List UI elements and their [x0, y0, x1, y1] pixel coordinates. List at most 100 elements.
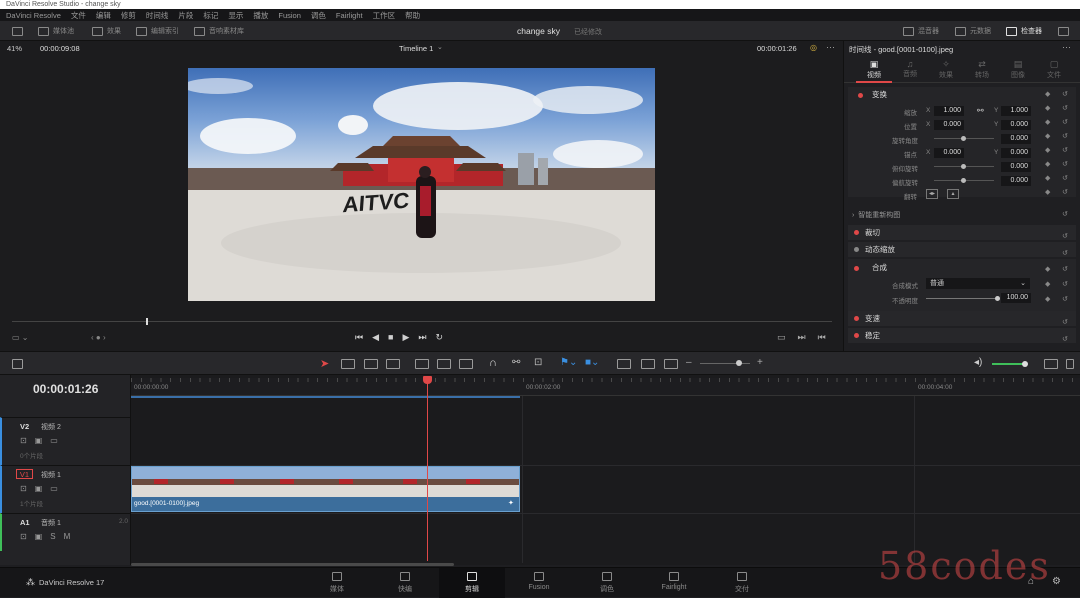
timeline-zoom-knob[interactable] [736, 360, 742, 366]
rotation-slider-knob[interactable] [961, 136, 966, 141]
anchor-y-field[interactable]: 0.000 [1001, 148, 1031, 158]
composite-keyframe-column[interactable]: ◆ ◆ ◆ [1045, 262, 1050, 307]
zoom-level[interactable]: 41% [7, 44, 22, 53]
pitch-field[interactable]: 0.000 [1001, 162, 1031, 172]
section-dynamic-zoom[interactable]: 动态缩放 [848, 242, 1076, 257]
opacity-field[interactable]: 100.00 [1001, 293, 1031, 303]
playhead-line[interactable] [427, 378, 428, 561]
inspector-more-icon[interactable]: ··· [1062, 42, 1071, 52]
sound-library-button[interactable]: 音响素材库 [194, 25, 244, 37]
dynamic-trim-icon[interactable] [364, 359, 378, 369]
video-clip[interactable]: good.[0001-0100].jpeg ✦ [131, 466, 520, 512]
collapse-button[interactable] [12, 25, 23, 37]
viewer-right-controls[interactable]: ▭⏭⏮ [777, 332, 838, 343]
flip-vertical-icon[interactable]: ▴ [947, 189, 959, 199]
smart-reframe-toggle[interactable]: › 智能重新构图 [852, 210, 900, 220]
track-name-v1[interactable]: 视频 1 [41, 470, 61, 480]
menu-item-help[interactable]: 帮助 [405, 10, 420, 21]
expand-button[interactable] [1058, 25, 1069, 37]
section-crop[interactable]: 裁切 [848, 225, 1076, 240]
tab-audio[interactable]: ♫ 音频 [892, 59, 928, 79]
chevron-down-icon[interactable]: ⌄ [437, 43, 443, 51]
viewer-type-icon[interactable]: ▭ ⌄ [12, 333, 28, 342]
playhead-handle[interactable] [423, 376, 432, 384]
position-y-field[interactable]: 0.000 [1001, 120, 1031, 130]
more-icon[interactable] [1066, 359, 1074, 369]
menu-item-fusion[interactable]: Fusion [278, 11, 301, 20]
menu-item-workspace[interactable]: 工作区 [373, 10, 396, 21]
tab-image[interactable]: ▤ 图像 [1000, 59, 1036, 80]
composite-mode-select[interactable]: 普通 ⌄ [926, 278, 1030, 289]
flag-icon[interactable]: ⚑⌄ [560, 357, 577, 368]
jog-control[interactable]: ‹ ● › [91, 333, 106, 342]
track-controls-a1[interactable]: ⊡▣SM [20, 532, 78, 541]
overlay-text[interactable]: AITVC [342, 188, 410, 219]
timeline-scrollbar[interactable] [131, 563, 454, 566]
menu-item-clip[interactable]: 片段 [178, 10, 193, 21]
tab-effects[interactable]: ✧ 效果 [928, 59, 964, 80]
zoom-in-icon[interactable]: + [757, 357, 763, 368]
zoom-x-field[interactable]: 1.000 [934, 106, 964, 116]
edit-index-button[interactable]: 编辑索引 [136, 25, 179, 37]
timeline-name[interactable]: Timeline 1 [399, 44, 433, 53]
rotation-field[interactable]: 0.000 [1001, 134, 1031, 144]
flip-horizontal-icon[interactable]: ◂▸ [926, 189, 938, 199]
page-media[interactable]: 媒体 [304, 568, 370, 598]
snapping-icon[interactable]: ∩ [489, 357, 497, 369]
mixer-button[interactable]: 混音器 [903, 25, 939, 37]
menu-item-color[interactable]: 调色 [311, 10, 326, 21]
page-edit[interactable]: 剪辑 [439, 568, 505, 598]
section-stabilize[interactable]: 稳定 [848, 328, 1076, 343]
zoom-y-field[interactable]: 1.000 [1001, 106, 1031, 116]
track-id-v1[interactable]: V1 [16, 469, 33, 479]
page-fusion[interactable]: Fusion [506, 568, 572, 598]
volume-knob[interactable] [1022, 361, 1028, 367]
section-reset-column-lower[interactable]: ↺ ↺ [1062, 314, 1068, 348]
blade-tool-icon[interactable] [386, 359, 400, 369]
page-deliver[interactable]: 交付 [709, 568, 775, 598]
menu-item-mark[interactable]: 标记 [203, 10, 218, 21]
timeline-zoom-slider[interactable] [700, 363, 750, 364]
replace-clip-icon[interactable] [459, 359, 473, 369]
track-name-a1[interactable]: 音频 1 [41, 518, 61, 528]
yaw-slider-knob[interactable] [961, 178, 966, 183]
track-name-v2[interactable]: 视频 2 [41, 422, 61, 432]
menu-item-playback[interactable]: 播放 [253, 10, 268, 21]
marker-icon[interactable]: ■⌄ [585, 357, 599, 368]
composite-reset-column[interactable]: ↺ ↺ ↺ [1062, 262, 1068, 307]
timeline-ruler[interactable]: 00:00:00:00 00:00:02:00 00:00:04:00 [131, 378, 1080, 398]
transform-label[interactable]: 变换 [872, 89, 887, 100]
media-pool-button[interactable]: 媒体池 [38, 25, 74, 37]
pitch-slider-knob[interactable] [961, 164, 966, 169]
track-controls-v1[interactable]: ⊡▣▭ [20, 484, 66, 493]
tab-video[interactable]: ▣ 视频 [856, 59, 892, 83]
scrubber-playhead[interactable] [146, 318, 148, 325]
track-header-v2[interactable]: V2 视频 2 ⊡▣▭ 0个片段 [0, 417, 131, 465]
timeline-view-icon[interactable] [12, 359, 23, 369]
anchor-x-field[interactable]: 0.000 [934, 148, 964, 158]
tab-transition[interactable]: ⇄ 转场 [964, 59, 1000, 80]
gear-icon[interactable]: ⚙ [1052, 576, 1061, 587]
transport-controls[interactable]: ⏮◀■▶⏭↻ [355, 332, 452, 343]
page-fairlight[interactable]: Fairlight [641, 568, 707, 598]
menu-item-timeline[interactable]: 时间线 [146, 10, 169, 21]
position-x-field[interactable]: 0.000 [934, 120, 964, 130]
track-controls-v2[interactable]: ⊡▣▭ [20, 436, 66, 445]
zoom-out-icon[interactable]: – [686, 357, 692, 368]
overwrite-clip-icon[interactable] [437, 359, 451, 369]
opacity-slider[interactable] [926, 298, 996, 299]
comment-icon[interactable]: ◎ [810, 43, 817, 52]
section-speed[interactable]: 变速 [848, 311, 1076, 326]
page-cut[interactable]: 快编 [372, 568, 438, 598]
composite-label[interactable]: 合成 [872, 262, 887, 273]
selection-tool-icon[interactable]: ➤ [320, 357, 329, 370]
audio-meter-icon[interactable] [1044, 359, 1058, 369]
yaw-field[interactable]: 0.000 [1001, 176, 1031, 186]
trim-tool-icon[interactable] [341, 359, 355, 369]
insert-clip-icon[interactable] [415, 359, 429, 369]
zoom-detail-icon[interactable] [641, 359, 655, 369]
more-options-icon[interactable]: ··· [826, 42, 835, 52]
inspector-button[interactable]: 检查器 [1006, 25, 1042, 37]
section-reset-column[interactable]: ↺ ↺ [1062, 228, 1068, 262]
volume-icon[interactable]: ◂) [974, 357, 982, 368]
